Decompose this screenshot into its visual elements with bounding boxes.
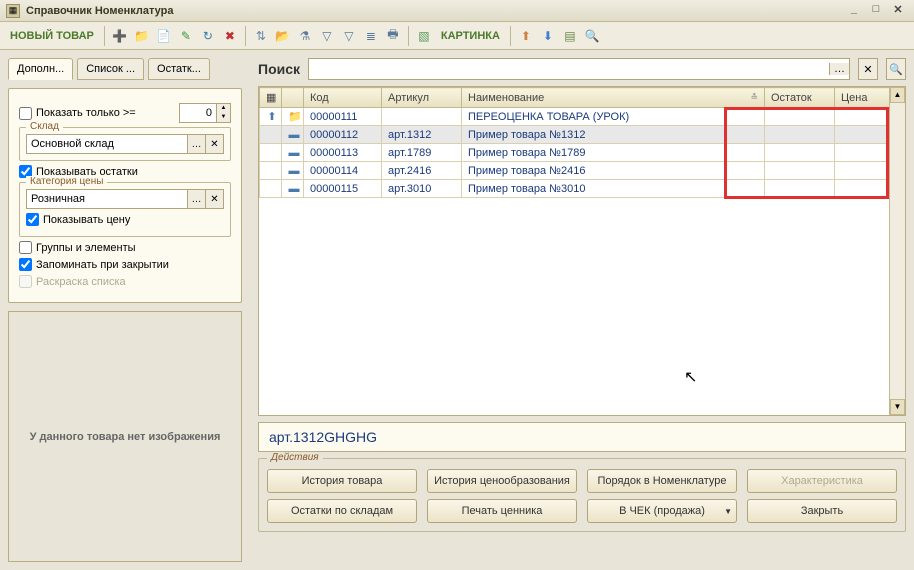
actions-panel: Действия История товара История ценообра…: [258, 458, 906, 532]
show-price-label: Показывать цену: [43, 214, 130, 226]
col-remain[interactable]: Остаток: [765, 88, 835, 108]
refresh-icon[interactable]: ↻: [199, 27, 217, 45]
sheet-icon[interactable]: ▤: [561, 27, 579, 45]
scrollbar-vertical[interactable]: ▲ ▼: [889, 87, 905, 415]
new-item-label[interactable]: НОВЫЙ ТОВАР: [6, 30, 98, 42]
remember-label: Запоминать при закрытии: [36, 259, 169, 271]
left-panel: Дополн... Список ... Остатк... Показать …: [0, 50, 250, 570]
edit-icon[interactable]: ✎: [177, 27, 195, 45]
search-input[interactable]: …: [308, 58, 850, 80]
table-row[interactable]: ⬆📁00000111ПЕРЕОЦЕНКА ТОВАРА (УРОК): [260, 108, 905, 126]
item-icon: ▬: [288, 183, 300, 195]
minimize-button[interactable]: _: [844, 3, 864, 19]
add-icon[interactable]: ➕: [111, 27, 129, 45]
scroll-down[interactable]: ▼: [890, 399, 905, 415]
picture-icon[interactable]: ▧: [415, 27, 433, 45]
stock-button[interactable]: Остатки по складам: [267, 499, 417, 523]
search-clear-button[interactable]: ✕: [858, 58, 878, 80]
up-arrow-icon: ⬆: [266, 110, 278, 123]
print-icon[interactable]: 🖶: [384, 27, 402, 45]
col-name[interactable]: Наименование≛: [462, 88, 765, 108]
show-price-checkbox[interactable]: [26, 213, 39, 226]
funnel-icon[interactable]: ▽: [318, 27, 336, 45]
tab-list[interactable]: Список ...: [77, 58, 144, 80]
import-icon[interactable]: ⬇: [539, 27, 557, 45]
close-button[interactable]: ✕: [888, 3, 908, 19]
picture-label[interactable]: КАРТИНКА: [437, 30, 504, 42]
actions-legend: Действия: [267, 452, 323, 463]
table-row[interactable]: ▬00000115арт.3010Пример товара №3010: [260, 180, 905, 198]
price-category-combo[interactable]: Розничная … ✕: [26, 189, 224, 209]
show-only-checkbox[interactable]: [19, 107, 32, 120]
delete-icon[interactable]: ✖: [221, 27, 239, 45]
hierarchy-icon[interactable]: ⇅: [252, 27, 270, 45]
show-only-input[interactable]: 0 ▲▼: [179, 103, 231, 123]
scroll-up[interactable]: ▲: [890, 87, 905, 103]
search-tool-icon[interactable]: 🔍: [583, 27, 601, 45]
combo-clear[interactable]: ✕: [205, 135, 223, 153]
coloring-checkbox: [19, 275, 32, 288]
folder-icon: 📁: [288, 110, 300, 123]
toolbar: НОВЫЙ ТОВАР ➕ 📁 📄 ✎ ↻ ✖ ⇅ 📂 ⚗ ▽ ▽ ≣ 🖶 ▧ …: [0, 22, 914, 50]
export-icon[interactable]: ⬆: [517, 27, 535, 45]
item-icon: ▬: [288, 147, 300, 159]
app-icon: ▦: [6, 4, 20, 18]
spin-down[interactable]: ▼: [217, 113, 230, 122]
close-panel-button[interactable]: Закрыть: [747, 499, 897, 523]
remember-checkbox[interactable]: [19, 258, 32, 271]
combo-ellipsis[interactable]: …: [187, 135, 205, 153]
detail-info: арт.1312GHGHG: [258, 422, 906, 452]
left-tabs: Дополн... Список ... Остатк...: [8, 58, 242, 80]
image-preview: У данного товара нет изображения: [8, 311, 242, 562]
groups-elements-label: Группы и элементы: [36, 242, 136, 254]
show-only-label: Показать только >=: [36, 107, 136, 119]
combo-clear[interactable]: ✕: [205, 190, 223, 208]
spin-up[interactable]: ▲: [217, 104, 230, 113]
item-icon: ▬: [288, 129, 300, 141]
col-article[interactable]: Артикул: [382, 88, 462, 108]
history-button[interactable]: История товара: [267, 469, 417, 493]
warehouse-legend: Склад: [26, 121, 63, 132]
item-icon: ▬: [288, 165, 300, 177]
search-row: Поиск … ✕ 🔍: [258, 58, 906, 80]
maximize-button[interactable]: □: [866, 3, 886, 19]
coloring-label: Раскраска списка: [36, 276, 126, 288]
search-go-button[interactable]: 🔍: [886, 58, 906, 80]
tab-additional[interactable]: Дополн...: [8, 58, 73, 80]
filter-panel: Показать только >= 0 ▲▼ Склад Основной с…: [8, 88, 242, 303]
copy-icon[interactable]: 📄: [155, 27, 173, 45]
col-row-icon[interactable]: ▦: [260, 88, 282, 108]
items-table: ▦ Код Артикул Наименование≛ Остаток Цена…: [258, 86, 906, 416]
print-tag-button[interactable]: Печать ценника: [427, 499, 577, 523]
table-row[interactable]: ▬00000113арт.1789Пример товара №1789: [260, 144, 905, 162]
pricing-history-button[interactable]: История ценообразования: [427, 469, 577, 493]
right-panel: Поиск … ✕ 🔍 ▦ Код Артикул На: [250, 50, 914, 570]
groups-elements-checkbox[interactable]: [19, 241, 32, 254]
cursor-icon: ↖: [684, 367, 697, 387]
add-group-icon[interactable]: 📁: [133, 27, 151, 45]
settings-icon[interactable]: ≣: [362, 27, 380, 45]
move-icon[interactable]: 📂: [274, 27, 292, 45]
characteristic-button: Характеристика: [747, 469, 897, 493]
col-code[interactable]: Код: [304, 88, 382, 108]
to-check-button[interactable]: В ЧЕК (продажа)▼: [587, 499, 737, 523]
titlebar: ▦ Справочник Номенклатура _ □ ✕: [0, 0, 914, 22]
table-row[interactable]: ▬00000114арт.2416Пример товара №2416: [260, 162, 905, 180]
window-title: Справочник Номенклатура: [26, 5, 842, 17]
search-ellipsis[interactable]: …: [829, 63, 849, 75]
table-row[interactable]: ▬00000112арт.1312Пример товара №1312: [260, 126, 905, 144]
warehouse-combo[interactable]: Основной склад … ✕: [26, 134, 224, 154]
funnel-clear-icon[interactable]: ▽: [340, 27, 358, 45]
col-type-icon[interactable]: [282, 88, 304, 108]
tab-remains[interactable]: Остатк...: [148, 58, 210, 80]
price-category-legend: Категория цены: [26, 176, 107, 187]
filter-icon[interactable]: ⚗: [296, 27, 314, 45]
order-button[interactable]: Порядок в Номенклатуре: [587, 469, 737, 493]
combo-ellipsis[interactable]: …: [187, 190, 205, 208]
search-label: Поиск: [258, 61, 300, 77]
